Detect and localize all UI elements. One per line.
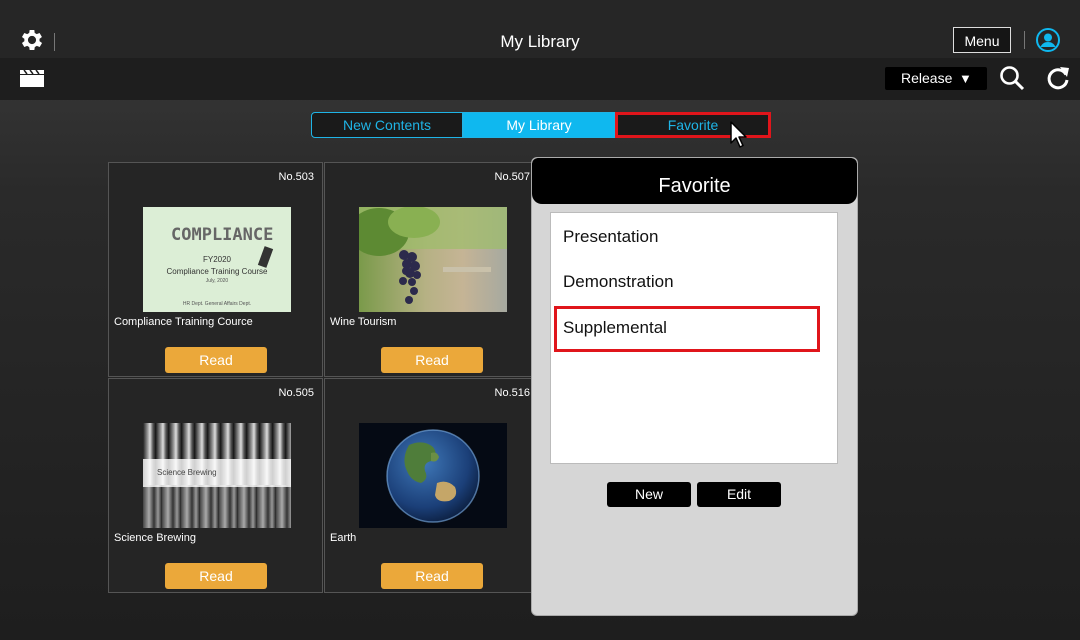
thumbnail-line: FY2020 <box>202 255 232 264</box>
thumbnail-overlay-text: Science Brewing <box>157 468 217 477</box>
tab-bar: New Contents My Library Favorite <box>311 112 771 138</box>
chevron-down-icon: ▼ <box>959 71 972 86</box>
content-card[interactable]: No.505 Science Brewing Science Brewing R… <box>108 378 323 593</box>
page-title: My Library <box>500 32 580 51</box>
refresh-icon[interactable] <box>1045 65 1071 91</box>
release-dropdown[interactable]: Release ▼ <box>885 67 987 90</box>
content-number: No.505 <box>278 387 314 399</box>
content-card[interactable]: No.516 Earth Read <box>324 378 539 593</box>
tab-new-contents[interactable]: New Contents <box>311 112 463 138</box>
content-card[interactable]: No.507 Wine Tourism Read <box>324 162 539 377</box>
thumbnail[interactable] <box>359 423 507 528</box>
thumbnail-line: Compliance Training Course <box>166 267 268 276</box>
content-card[interactable]: No.503 COMPLIANCE FY2020 Compliance Trai… <box>108 162 323 377</box>
content-number: No.503 <box>278 171 314 183</box>
cursor-icon <box>730 121 747 148</box>
release-label: Release <box>901 70 953 86</box>
read-button[interactable]: Read <box>165 563 267 589</box>
favorite-item-presentation[interactable]: Presentation <box>563 227 658 247</box>
read-button[interactable]: Read <box>165 347 267 373</box>
edit-button[interactable]: Edit <box>697 482 781 507</box>
read-button[interactable]: Read <box>381 563 483 589</box>
earth-image <box>386 429 480 523</box>
thumbnail-line: HR Dept. General Affairs Dept. <box>182 301 252 307</box>
search-icon[interactable] <box>999 65 1025 91</box>
thumbnail[interactable] <box>359 207 507 312</box>
content-title: Science Brewing <box>114 532 196 544</box>
thumbnail[interactable]: COMPLIANCE FY2020 Compliance Training Co… <box>143 207 291 312</box>
popup-title: Favorite <box>532 158 857 204</box>
content-number: No.507 <box>494 171 530 183</box>
thumbnail-machinery <box>143 485 291 528</box>
content-grid: No.503 COMPLIANCE FY2020 Compliance Trai… <box>108 162 540 594</box>
new-button[interactable]: New <box>607 482 691 507</box>
content-title: Wine Tourism <box>330 316 397 328</box>
menu-button[interactable]: Menu <box>953 27 1011 53</box>
divider <box>1024 31 1025 49</box>
thumbnail-line: July, 2020 <box>205 278 229 284</box>
favorite-item-supplemental[interactable]: Supplemental <box>554 306 820 352</box>
content-number: No.516 <box>494 387 530 399</box>
tab-my-library[interactable]: My Library <box>463 112 615 138</box>
thumbnail-title: COMPLIANCE <box>171 225 274 245</box>
user-icon[interactable] <box>1036 28 1060 52</box>
read-button[interactable]: Read <box>381 347 483 373</box>
grape-image <box>359 207 507 304</box>
favorite-popup: Favorite Presentation Demonstration Supp… <box>531 157 858 616</box>
thumbnail[interactable]: Science Brewing <box>143 423 291 528</box>
clapperboard-icon[interactable] <box>20 69 44 87</box>
content-title: Earth <box>330 532 357 544</box>
favorite-item-demonstration[interactable]: Demonstration <box>563 272 674 292</box>
favorite-list: Presentation Demonstration Supplemental <box>550 212 838 464</box>
content-title: Compliance Training Cource <box>114 316 253 328</box>
